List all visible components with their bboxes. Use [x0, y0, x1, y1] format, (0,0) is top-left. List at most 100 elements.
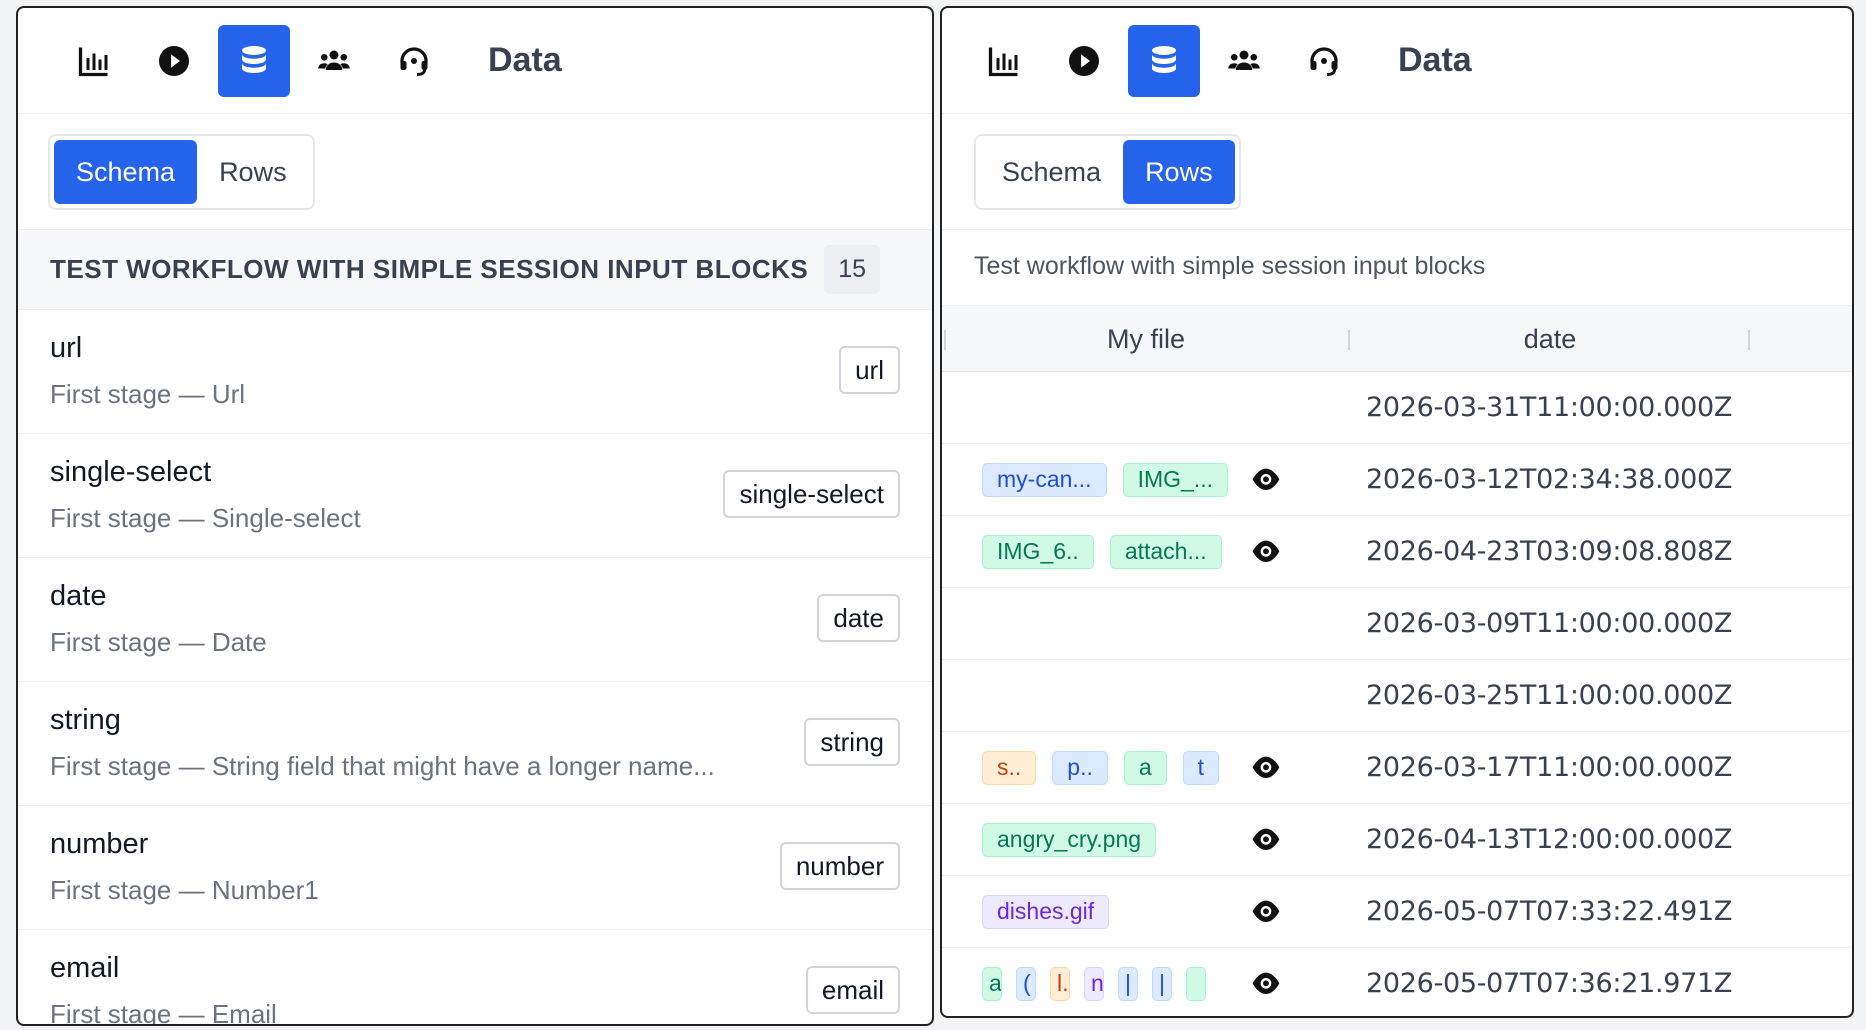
bar-chart-icon: [988, 47, 1018, 76]
date-cell: 2026-04-23T03:09:08.808Z: [1366, 536, 1733, 567]
date-cell: 2026-03-31T11:00:00.000Z: [1366, 392, 1733, 423]
page-title: Data: [488, 41, 562, 79]
field-description: First stage — Number1: [50, 875, 319, 905]
file-chip[interactable]: |: [1118, 966, 1138, 1001]
field-description: First stage — Date: [50, 627, 267, 657]
file-chip[interactable]: s..: [982, 750, 1037, 785]
tab-rows[interactable]: Rows: [197, 140, 309, 204]
toolbar: Data: [18, 8, 932, 114]
table-row[interactable]: s.. p.. a t 2026-03-17T11:00:00.000Z: [942, 732, 1852, 804]
field-type-badge: url: [839, 346, 900, 394]
file-chip[interactable]: a: [1123, 750, 1167, 785]
run-button[interactable]: [138, 25, 210, 97]
tab-schema[interactable]: Schema: [980, 140, 1123, 204]
field-item[interactable]: number First stage — Number1 number: [18, 806, 932, 930]
file-chip[interactable]: angry_cry.png: [982, 822, 1157, 857]
group-title: TEST WORKFLOW WITH SIMPLE SESSION INPUT …: [50, 254, 809, 284]
field-name: date: [50, 580, 107, 612]
run-button[interactable]: [1048, 25, 1120, 97]
field-list: url First stage — Url url single-select Firs…: [18, 310, 932, 1026]
table-row[interactable]: IMG_6.. attach... 2026-04-23T03:09:08.808Z: [942, 516, 1852, 588]
file-chip[interactable]: p..: [1052, 750, 1108, 785]
field-type-badge: email: [805, 966, 900, 1014]
file-cell: [942, 588, 1350, 659]
eye-icon[interactable]: [1250, 754, 1282, 782]
group-count-badge: 15: [824, 245, 881, 294]
table-row[interactable]: 2026-03-25T11:00:00.000Z: [942, 660, 1852, 732]
play-icon: [159, 45, 189, 76]
file-chip[interactable]: |: [1152, 966, 1172, 1001]
bar-chart-icon: [78, 47, 108, 76]
eye-icon[interactable]: [1250, 538, 1282, 566]
field-type-badge: number: [779, 842, 900, 890]
table-row[interactable]: 2026-03-31T11:00:00.000Z: [942, 372, 1852, 444]
file-chip[interactable]: (: [1016, 966, 1036, 1001]
file-chip[interactable]: t: [1182, 750, 1220, 785]
field-item[interactable]: single-select First stage — Single-select…: [18, 434, 932, 558]
schema-panel: Data Schema Rows TEST WORKFLOW WITH SIMP…: [16, 6, 934, 1026]
file-chip[interactable]: l.: [1050, 966, 1070, 1001]
users-button[interactable]: [298, 25, 370, 97]
field-description: First stage — Url: [50, 379, 246, 409]
field-name: email: [50, 952, 120, 984]
date-cell: 2026-03-12T02:34:38.000Z: [1366, 464, 1733, 495]
eye-icon[interactable]: [1250, 466, 1282, 494]
file-chip[interactable]: a: [982, 966, 1002, 1001]
users-icon: [1228, 50, 1260, 70]
column-header-date[interactable]: date: [1350, 306, 1750, 371]
file-chip[interactable]: attach...: [1109, 534, 1222, 569]
table-header: My file date: [942, 306, 1852, 372]
eye-icon[interactable]: [1250, 826, 1282, 854]
field-item[interactable]: string First stage — String field that mi…: [18, 682, 932, 806]
field-item[interactable]: date First stage — Date date: [18, 558, 932, 682]
users-icon: [318, 50, 350, 70]
field-description: First stage — Single-select: [50, 503, 361, 533]
field-type-badge: date: [817, 594, 900, 642]
file-cell: angry_cry.png: [942, 804, 1350, 875]
rows-panel: Data Schema Rows Test workflow with simp…: [940, 6, 1854, 1018]
field-name: url: [50, 332, 83, 364]
data-button[interactable]: [218, 24, 290, 97]
analytics-button[interactable]: [58, 25, 130, 97]
table-row[interactable]: 2026-03-09T11:00:00.000Z: [942, 588, 1852, 660]
table-row[interactable]: dishes.gif 2026-05-07T07:33:22.491Z: [942, 876, 1852, 948]
table-row[interactable]: a ( l. n | | 2026-05-07T07:36:21.971Z: [942, 948, 1852, 1016]
date-cell: 2026-03-25T11:00:00.000Z: [1366, 680, 1733, 711]
data-button[interactable]: [1128, 24, 1200, 97]
column-header-my-file[interactable]: My file: [942, 306, 1350, 371]
support-button[interactable]: [378, 25, 450, 97]
file-chip[interactable]: dishes.gif: [982, 894, 1110, 929]
file-chip[interactable]: [1186, 966, 1206, 1001]
users-button[interactable]: [1208, 25, 1280, 97]
tab-schema[interactable]: Schema: [54, 140, 198, 204]
file-cell: s.. p.. a t: [942, 732, 1350, 803]
headset-icon: [1310, 46, 1338, 76]
file-cell: a ( l. n | |: [942, 948, 1350, 1016]
database-icon: [1152, 45, 1176, 73]
file-cell: dishes.gif: [942, 876, 1350, 947]
field-description: First stage — Email: [50, 999, 277, 1026]
field-name: string: [50, 704, 121, 736]
file-chip[interactable]: my-can...: [982, 462, 1107, 497]
eye-icon[interactable]: [1250, 970, 1282, 998]
file-chip[interactable]: n: [1084, 966, 1104, 1001]
file-chip[interactable]: IMG_6..: [982, 534, 1094, 569]
file-cell: [942, 660, 1350, 731]
date-cell: 2026-03-17T11:00:00.000Z: [1366, 752, 1733, 783]
eye-icon[interactable]: [1250, 898, 1282, 926]
analytics-button[interactable]: [968, 25, 1040, 97]
table-row[interactable]: angry_cry.png 2026-04-13T12:00:00.000Z: [942, 804, 1852, 876]
file-chip[interactable]: IMG_...: [1122, 462, 1228, 497]
support-button[interactable]: [1288, 25, 1360, 97]
field-item[interactable]: url First stage — Url url: [18, 310, 932, 434]
table-body: 2026-03-31T11:00:00.000Z my-can... IMG_...…: [942, 372, 1852, 1016]
view-toggle-wrap: Schema Rows: [18, 114, 932, 230]
date-cell: 2026-05-07T07:36:21.971Z: [1366, 968, 1733, 999]
tab-rows[interactable]: Rows: [1123, 140, 1235, 204]
date-cell: 2026-05-07T07:33:22.491Z: [1366, 896, 1733, 927]
group-header: TEST WORKFLOW WITH SIMPLE SESSION INPUT …: [18, 230, 932, 310]
table-row[interactable]: my-can... IMG_... 2026-03-12T02:34:38.000Z: [942, 444, 1852, 516]
field-item[interactable]: email First stage — Email email: [18, 930, 932, 1026]
headset-icon: [400, 46, 428, 76]
field-name: number: [50, 828, 149, 860]
